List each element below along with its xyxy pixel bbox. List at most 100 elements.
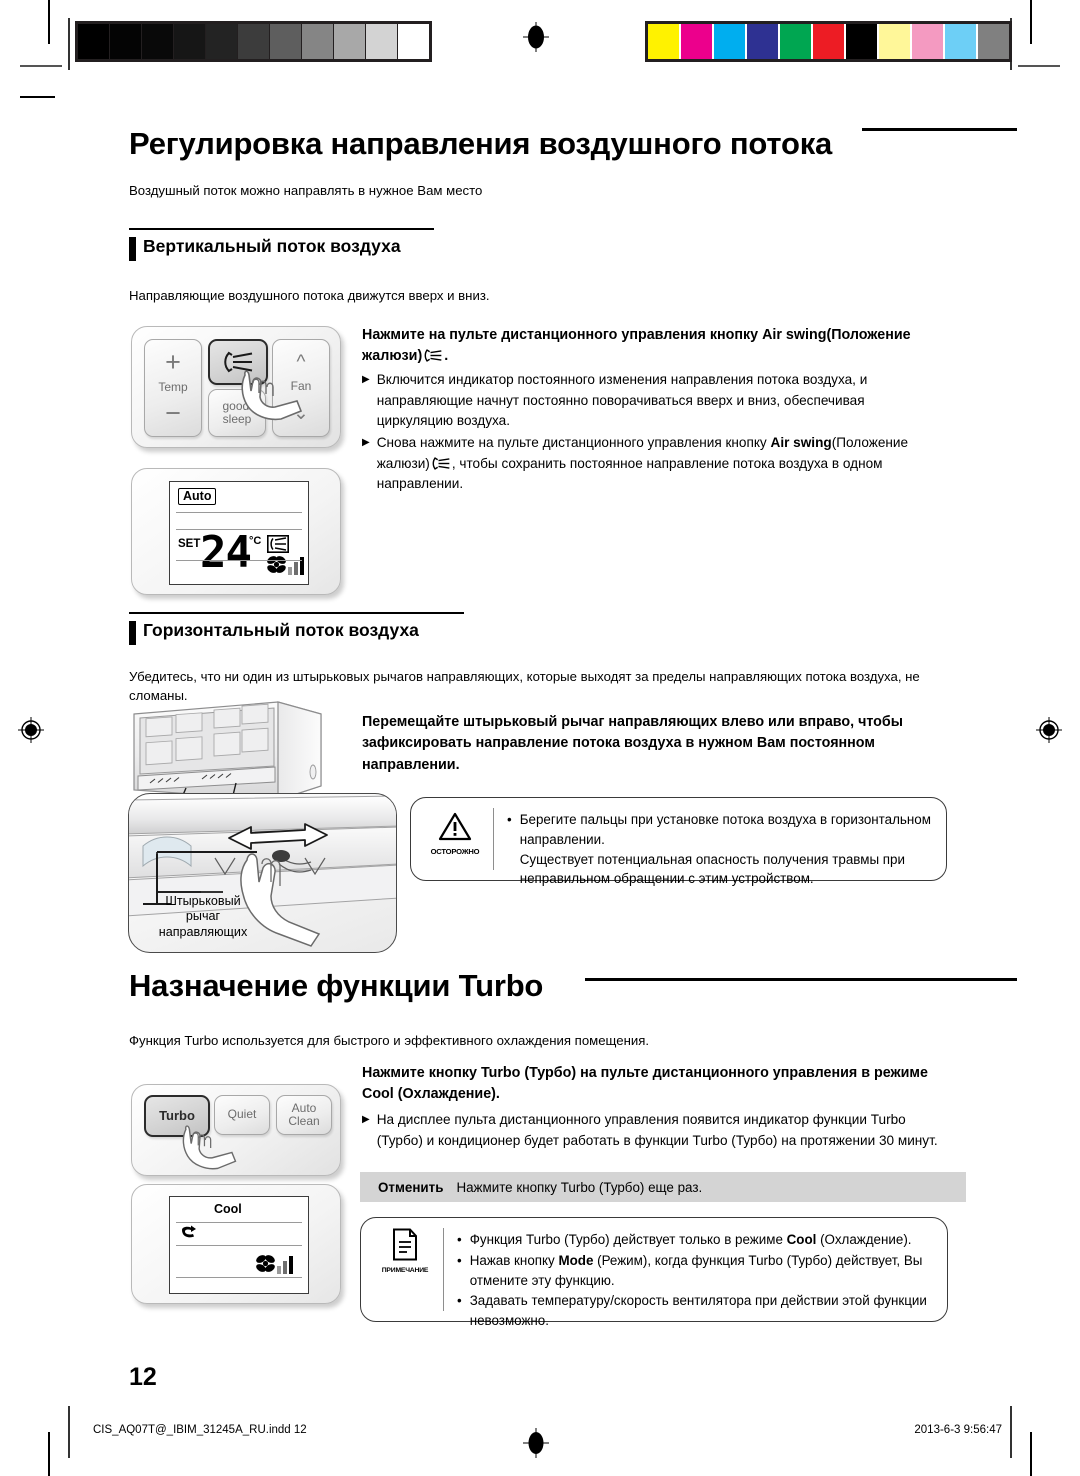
note1-post: (Охлаждение). [816,1232,912,1247]
horizontal-airflow-instruction: Перемещайте штырьковый рычаг направляющи… [362,714,903,773]
remote-display-auto: Auto SET 24 °C [131,468,341,595]
instruction-bold: Air swing [762,327,827,343]
list-item: • Нажав кнопку Mode (Режим), когда функц… [457,1251,935,1291]
lcd-screen-cool: Cool [169,1196,309,1294]
remote-display-cool: Cool [131,1184,341,1304]
pin-lever-label-line3: направляющих [158,924,248,939]
auto-clean-label-1: Auto [291,1100,317,1115]
bullet-dot-icon: • [507,812,512,827]
page-number: 12 [129,1363,157,1391]
lcd-divider-3 [176,1277,302,1279]
lcd-temperature: 24 [200,527,252,578]
manual-page: Регулировка направления воздушного поток… [0,0,1080,1476]
note1-pre: Функция Turbo (Турбо) действует только в… [469,1232,787,1247]
registration-mark-top [521,22,551,52]
cancel-bar: Отменить Нажмите кнопку Turbo (Турбо) ещ… [360,1172,966,1202]
lcd-divider-1 [176,512,302,514]
triangle-bullet-icon: ▶ [362,1114,370,1125]
caution-divider [493,808,495,870]
color-swatch-3 [747,24,780,59]
caution-text: Берегите пальцы при установке потока воз… [519,812,931,887]
vertical-airflow-heading-rule [129,228,434,230]
grayscale-calibration-bar [75,21,432,62]
pointing-hand-icon [241,370,303,421]
list-item: ▶ На дисплее пульта дистанционного управ… [362,1110,952,1151]
note2-pre: Нажав кнопку [469,1252,559,1268]
color-swatch-0 [648,24,681,59]
list-item: • Функция Turbo (Турбо) действует только… [457,1230,935,1250]
lcd-divider-3 [176,560,302,562]
vertical-airflow-heading: Вертикальный поток воздуха [129,236,401,261]
lcd-fan-speed-icon [256,1255,293,1274]
crop-mark-tr-v [1030,0,1032,44]
crop-mark-br-edge [1010,1406,1012,1458]
cancel-text: Нажмите кнопку Turbo (Турбо) еще раз. [456,1179,703,1195]
color-swatch-1 [681,24,714,59]
triangle-bullet-icon: ▶ [362,374,370,385]
color-swatch-6 [846,24,879,59]
note-text-2: Нажав кнопку Mode (Режим), когда функция… [470,1251,935,1291]
bullet2-tail: , чтобы сохранить постоянное направление… [376,455,883,492]
grayscale-swatch-5 [238,24,270,59]
color-swatch-2 [714,24,747,59]
turbo-instruction-line2: Cool (Охлаждение). [362,1086,500,1103]
list-item: ▶ Включится индикатор постоянного измене… [362,370,942,432]
color-swatch-5 [813,24,846,59]
list-item: ▶ Снова нажмите на пульте дистанционного… [362,433,942,495]
footer-timestamp: 2013-6-3 9:56:47 [914,1424,1002,1436]
instruction-pre: Нажмите на пульте дистанционного управле… [362,327,763,343]
color-calibration-bar [645,21,1012,62]
lcd-fan-speed-icon [267,556,304,575]
crop-mark-tr-h [1018,65,1060,67]
auto-clean-button[interactable]: Auto Clean [276,1095,332,1135]
pin-lever-label-line1: Штырьковый [165,894,241,908]
page-title: Регулировка направления воздушного поток… [129,126,833,161]
registration-mark-left [16,715,46,745]
grayscale-swatch-0 [78,24,110,59]
grayscale-swatch-2 [142,24,174,59]
remote-control-turbo: Turbo Quiet Auto Clean [131,1084,341,1176]
note-text-1: Функция Turbo (Турбо) действует только в… [470,1230,935,1250]
crop-mark-br-v [1030,1432,1032,1476]
temp-plus-label: + [165,347,181,378]
caution-items: • Берегите пальцы при установке потока в… [507,810,934,890]
note-box: ПРИМЕЧАНИЕ • Функция Turbo (Турбо) дейст… [360,1217,948,1328]
grayscale-swatch-7 [302,24,334,59]
note-icon-group: ПРИМЕЧАНИЕ [375,1228,435,1274]
air-swing-glyph-icon [432,456,450,470]
turbo-bullets: ▶ На дисплее пульта дистанционного управ… [362,1110,952,1152]
note-divider [443,1228,445,1311]
remote-control-airswing: + Temp − good' sleep ^ Fan ⌄ [131,326,341,448]
color-swatch-4 [780,24,813,59]
lcd-screen-auto: Auto SET 24 °C [169,481,309,585]
warning-triangle-icon [438,812,472,841]
note-items: • Функция Turbo (Турбо) действует только… [457,1230,935,1332]
bullet-text-2: Снова нажмите на пульте дистанционного у… [377,433,942,495]
temp-button[interactable]: + Temp − [144,339,202,437]
grayscale-swatch-4 [206,24,238,59]
cancel-label: Отменить [378,1179,444,1195]
note1-bold: Cool [786,1232,817,1247]
lcd-divider-1 [176,1222,302,1224]
footer-filename: CIS_AQ07T@_IBIM_31245A_RU.indd 12 [93,1424,307,1436]
grayscale-swatch-1 [110,24,142,59]
note2-bold: Mode [558,1252,594,1268]
vertical-airflow-bullets: ▶ Включится индикатор постоянного измене… [362,370,942,496]
horizontal-airflow-heading: Горизонтальный поток воздуха [129,620,419,645]
pointing-hand-icon [182,1125,237,1170]
lcd-set-label: SET [178,538,201,550]
color-swatch-9 [945,24,978,59]
section2-subtitle: Функция Turbo используется для быстрого … [129,1033,650,1048]
crop-mark-bl-edge [68,1406,70,1458]
bullet-text-1: Включится индикатор постоянного изменени… [376,372,868,429]
section2-title-rule [585,978,1017,981]
pin-lever-label: Штырьковый рычаг направляющих [139,894,267,940]
caution-box: ОСТОРОЖНО • Берегите пальцы при установк… [410,797,947,886]
color-swatch-10 [978,24,1009,59]
crop-mark-bl-v [48,1432,50,1476]
lcd-mode-cool: Cool [214,1202,242,1216]
page-title-rule [862,128,1017,131]
turbo-indicator-icon [182,1225,196,1238]
turbo-instruction-line1: Нажмите кнопку Turbo (Турбо) на пульте д… [362,1065,928,1081]
registration-mark-right [1034,715,1064,745]
